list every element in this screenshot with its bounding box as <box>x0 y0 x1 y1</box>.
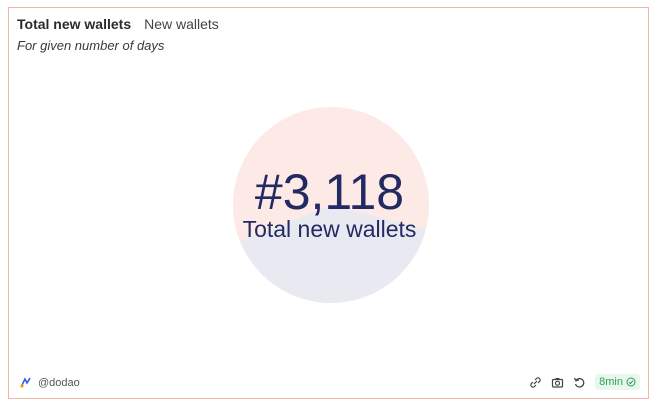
author-credit[interactable]: @dodao <box>19 376 80 389</box>
refresh-interval-text: 8min <box>599 376 623 388</box>
counter-label: Total new wallets <box>242 216 417 242</box>
dodao-logo-icon <box>20 377 31 388</box>
widget-actions: 8min <box>529 374 640 390</box>
embed-link-icon[interactable] <box>529 376 542 389</box>
counter-widget-card: Total new wallets New wallets For given … <box>8 7 649 399</box>
refresh-icon[interactable] <box>573 376 586 389</box>
author-name[interactable]: @dodao <box>38 377 80 389</box>
counter-value: #3,118 <box>254 164 405 220</box>
refresh-interval-badge[interactable]: 8min <box>595 374 640 390</box>
camera-icon[interactable] <box>551 376 564 389</box>
check-circle-icon <box>626 377 636 387</box>
